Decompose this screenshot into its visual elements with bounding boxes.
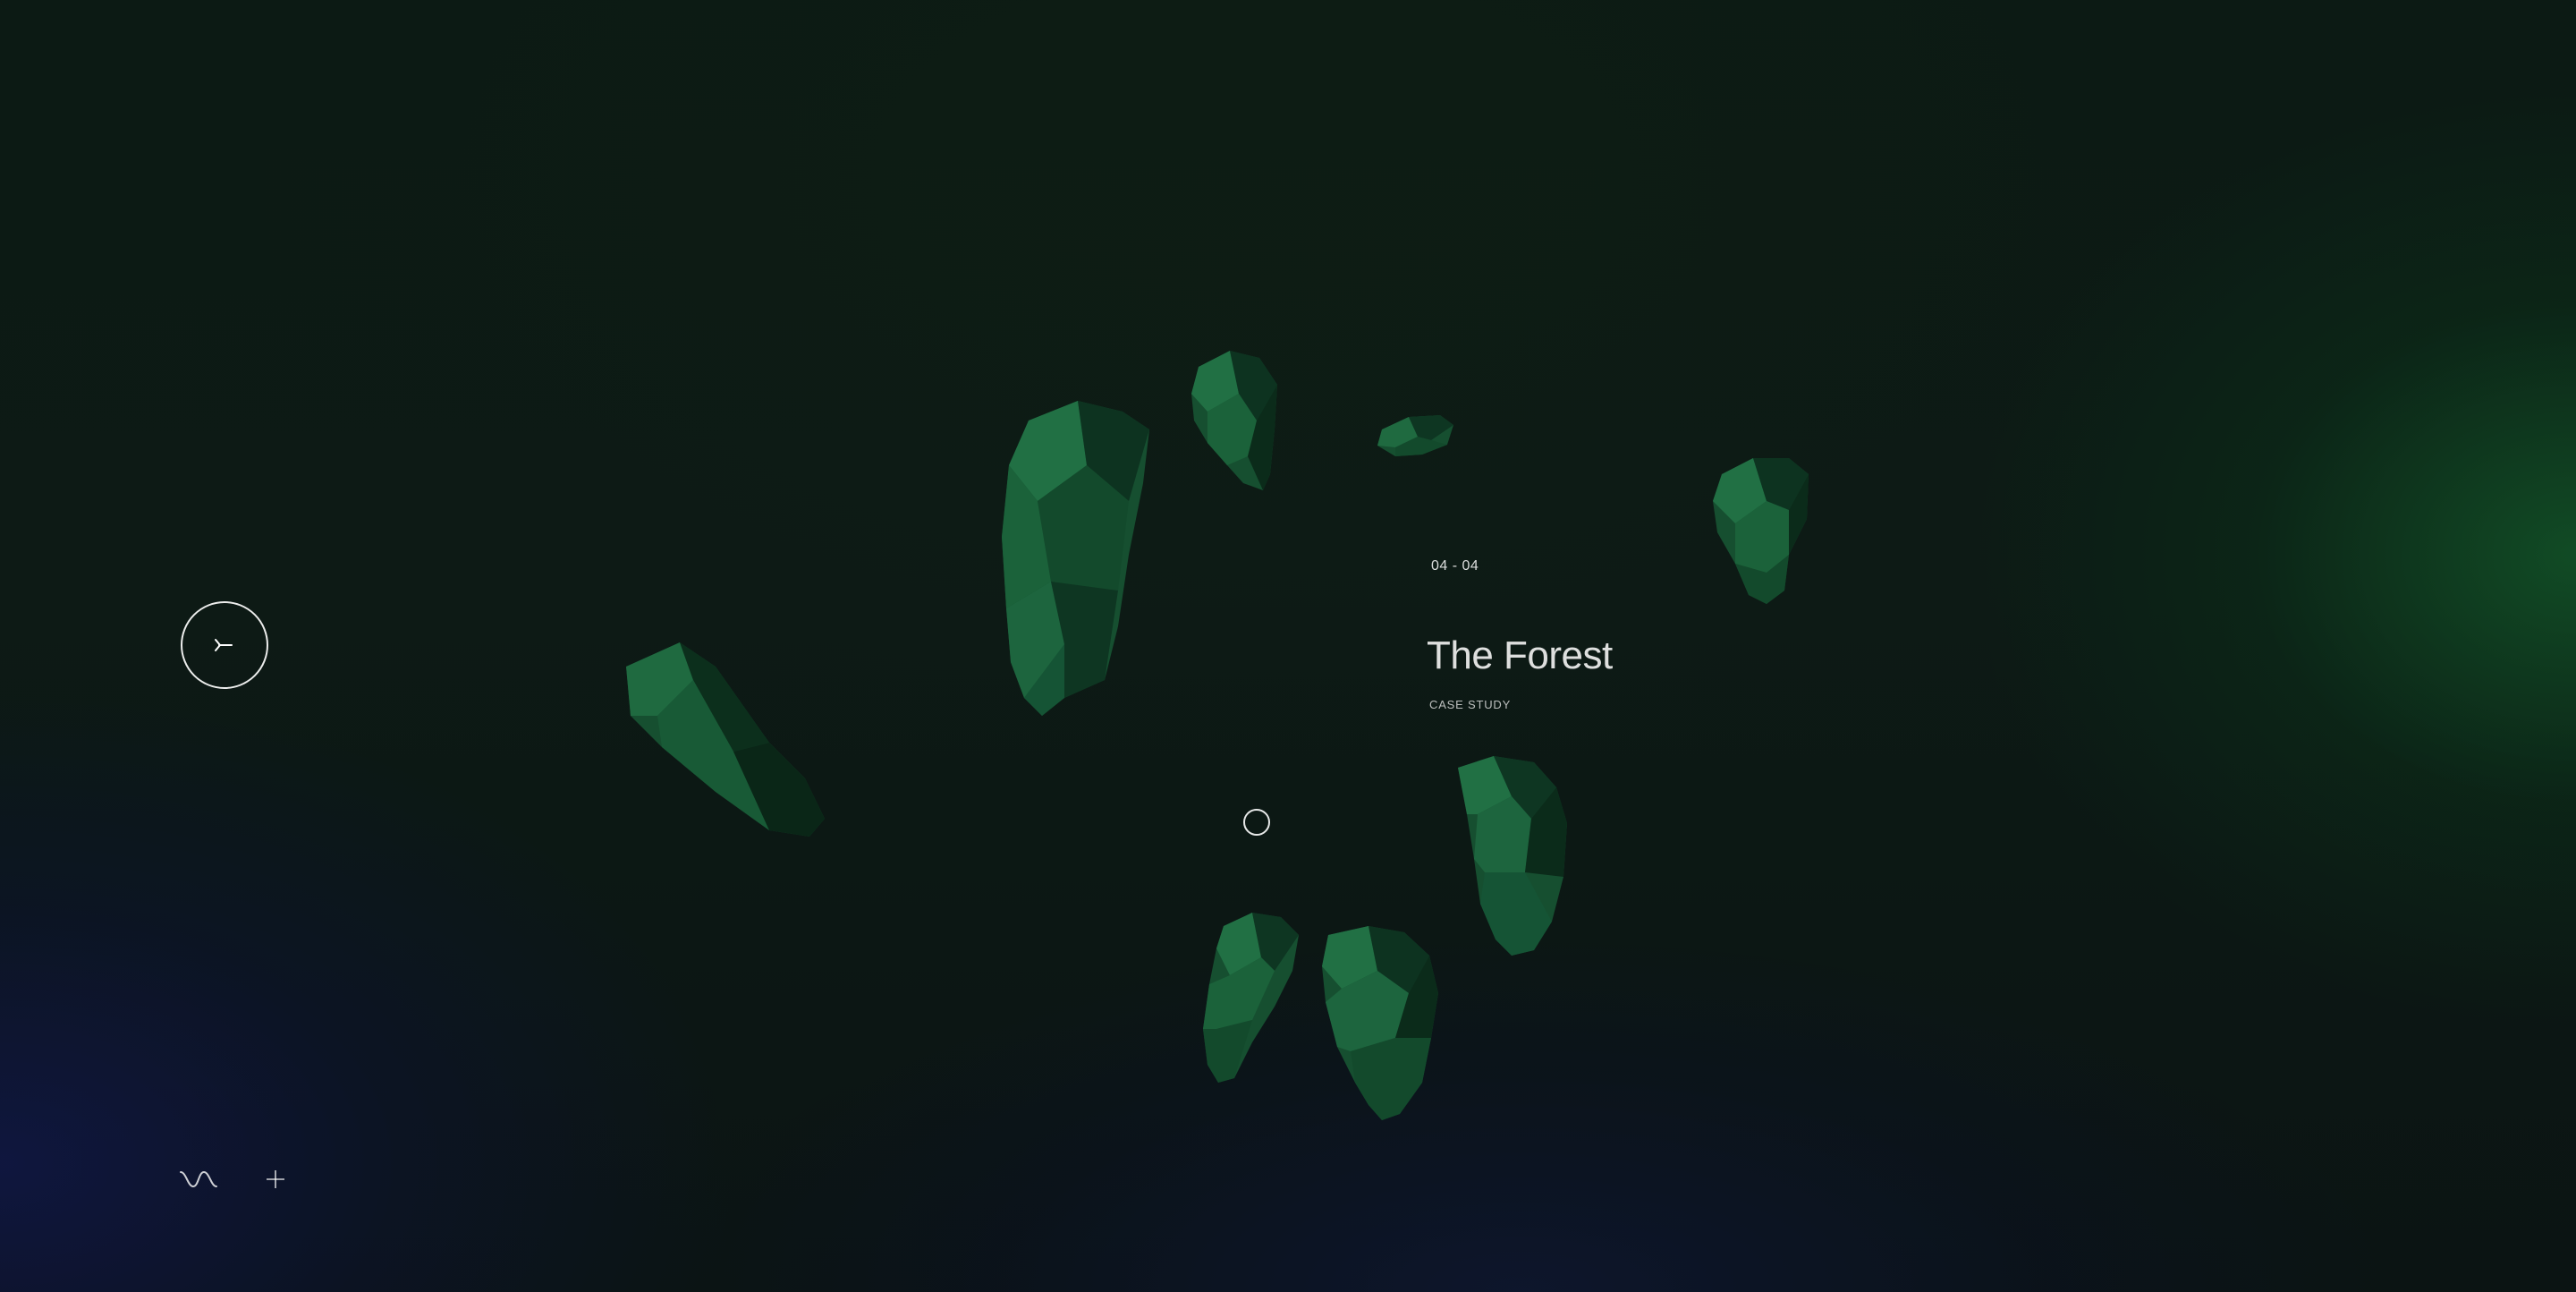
menu-icon xyxy=(215,639,233,651)
rock-3 xyxy=(1191,351,1277,490)
rock-8 xyxy=(1322,926,1438,1120)
menu-button[interactable] xyxy=(181,601,268,689)
rock-1 xyxy=(626,642,825,837)
rock-6 xyxy=(1458,756,1567,956)
rock-5 xyxy=(1713,458,1809,604)
project-title[interactable]: The Forest xyxy=(1427,633,1613,678)
rock-7 xyxy=(1203,913,1299,1083)
plus-icon[interactable] xyxy=(265,1169,286,1190)
project-subtitle[interactable]: CASE STUDY xyxy=(1429,698,1511,711)
forest-rocks-scene xyxy=(626,351,1809,1120)
rock-4 xyxy=(1377,415,1453,456)
cursor-ring-icon xyxy=(1243,809,1270,836)
project-counter: 04 - 04 xyxy=(1431,558,1479,574)
stage: 04 - 04 The Forest CASE STUDY xyxy=(0,0,2576,1292)
sound-wave-icon[interactable] xyxy=(179,1165,218,1192)
rock-2 xyxy=(1002,401,1149,716)
